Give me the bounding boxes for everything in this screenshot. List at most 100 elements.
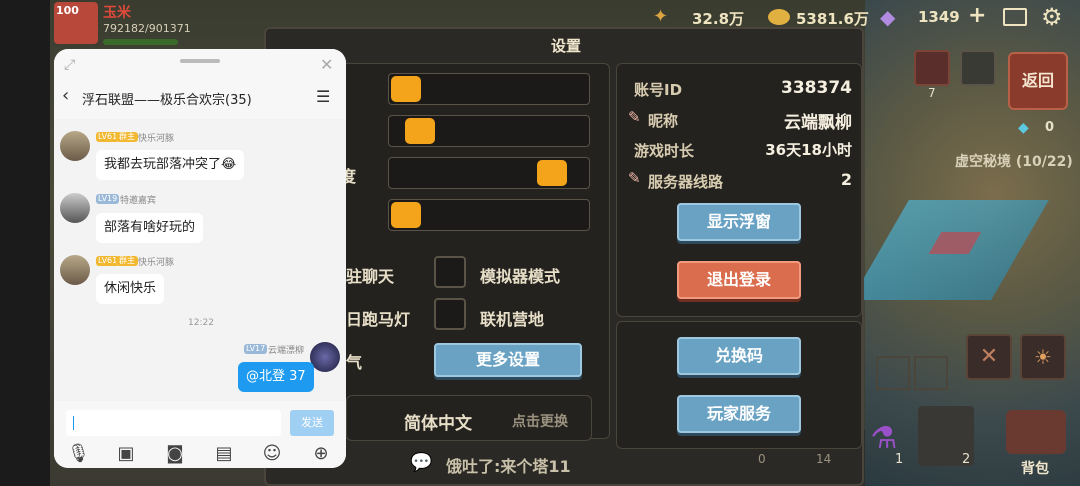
- toggle-label-chat: 驻聊天: [346, 267, 395, 286]
- toggle-label-simulator: 模拟器模式: [480, 267, 561, 286]
- slot-count-0: 0: [758, 452, 766, 466]
- wheat-value: 32.8万: [692, 10, 745, 28]
- avatar[interactable]: [60, 193, 90, 223]
- logout-button[interactable]: 退出登录: [677, 261, 801, 299]
- exp-text: 792182/901371: [103, 22, 191, 35]
- nickname-value: 云端飘柳: [784, 113, 852, 133]
- level-tag: LV17: [244, 344, 268, 354]
- nickname-label: 昵称: [648, 112, 679, 130]
- sender-name: 云端漂柳: [268, 346, 305, 356]
- self-avatar[interactable]: [310, 342, 340, 372]
- wheat-icon: ✦: [653, 6, 669, 27]
- backpack-icon[interactable]: [1006, 410, 1066, 454]
- crystal-icon: ◆: [1018, 120, 1029, 136]
- scroll-count: 2: [962, 452, 971, 467]
- gold-value: 5381.6万: [796, 10, 869, 28]
- chat-bubble-icon[interactable]: 💬: [410, 452, 432, 473]
- file-icon[interactable]: ▤: [213, 443, 235, 465]
- sender-name: 特邀嘉宾: [120, 196, 157, 206]
- back-arrow-icon[interactable]: ‹: [62, 85, 69, 106]
- language-hint[interactable]: 点击更换: [512, 411, 568, 431]
- sender-name: 快乐河豚: [138, 258, 175, 268]
- brightness-slider[interactable]: [388, 157, 590, 189]
- toggle-label-marquee: 日跑马灯: [346, 310, 411, 329]
- expand-icon[interactable]: ⤢: [64, 57, 75, 73]
- slider-knob[interactable]: [391, 202, 421, 228]
- show-float-window-button[interactable]: 显示浮窗: [677, 203, 801, 241]
- emoji-icon[interactable]: ☺: [261, 443, 283, 465]
- playtime-value: 36天18小时: [765, 141, 852, 159]
- chat-input[interactable]: [66, 410, 281, 436]
- counter-7: 7: [928, 86, 936, 100]
- area-label: 虚空秘境 (10/22): [955, 154, 1073, 170]
- exp-bar: [103, 39, 178, 45]
- checkbox-simulator[interactable]: [434, 256, 466, 288]
- send-button[interactable]: 发送: [290, 410, 334, 436]
- role-tag: 群主: [116, 132, 138, 142]
- gear-icon[interactable]: ⚙: [1041, 4, 1067, 30]
- checkbox-camp[interactable]: [434, 298, 466, 330]
- tower-slot-icon[interactable]: [914, 50, 950, 86]
- empty-slot[interactable]: [914, 356, 948, 390]
- avatar[interactable]: [60, 255, 90, 285]
- volume-slider-1[interactable]: [388, 73, 590, 105]
- plus-icon[interactable]: +: [968, 4, 988, 28]
- avatar[interactable]: [60, 131, 90, 161]
- self-message-bubble: @北登 37: [238, 362, 314, 392]
- redeem-code-button[interactable]: 兑换码: [677, 337, 801, 375]
- plus-circle-icon[interactable]: ⊕: [310, 443, 332, 465]
- image-icon[interactable]: ▣: [115, 443, 137, 465]
- toggle-label-camp: 联机营地: [480, 310, 545, 329]
- player-service-button[interactable]: 玩家服务: [677, 395, 801, 433]
- crystal-count: 0: [1045, 120, 1055, 135]
- close-icon[interactable]: ✕: [320, 55, 333, 74]
- role-tag: 群主: [116, 256, 138, 266]
- clover-slot-icon[interactable]: [960, 50, 996, 86]
- slot-count-14: 14: [816, 452, 832, 466]
- mail-icon[interactable]: [1003, 8, 1027, 26]
- message-bubble: 部落有啥好玩的: [96, 213, 204, 243]
- photo-icon[interactable]: ◙: [164, 443, 186, 465]
- message-bubble: 休闲快乐: [96, 274, 165, 304]
- message-bubble: 我都去玩部落冲突了😂: [96, 150, 245, 180]
- bottom-chat-text[interactable]: 饿吐了:来个塔11: [446, 453, 571, 477]
- third-row-label: 气: [346, 353, 363, 372]
- slider-knob[interactable]: [537, 160, 567, 186]
- volume-slider-4[interactable]: [388, 199, 590, 231]
- more-settings-button[interactable]: 更多设置: [434, 343, 582, 377]
- playtime-label: 游戏时长: [634, 142, 695, 160]
- level-badge: 100: [56, 4, 79, 17]
- slider-knob[interactable]: [391, 76, 421, 102]
- server-label: 服务器线路: [648, 173, 724, 191]
- menu-icon[interactable]: ☰: [316, 87, 330, 106]
- screen-left-edge: [0, 0, 50, 486]
- back-button[interactable]: 返回: [1008, 52, 1068, 110]
- lightbulb-icon[interactable]: ☀: [1020, 334, 1066, 380]
- chat-title: 浮石联盟——极乐合欢宗(35): [82, 93, 252, 108]
- potion-count: 1: [895, 452, 904, 467]
- bag-label: 背包: [1021, 461, 1049, 477]
- drag-handle[interactable]: [180, 59, 220, 63]
- level-tag: LV19: [96, 194, 120, 204]
- pencil-icon[interactable]: ✎: [628, 108, 641, 126]
- volume-slider-2[interactable]: [388, 115, 590, 147]
- slider-knob[interactable]: [405, 118, 435, 144]
- mic-icon[interactable]: 🎙: [67, 443, 90, 465]
- gold-coin-icon: [768, 9, 790, 25]
- server-value: 2: [840, 170, 852, 189]
- gem-value: 1349: [918, 8, 960, 26]
- account-id-label: 账号ID: [634, 81, 683, 99]
- time-divider: 12:22: [188, 318, 214, 328]
- gem-icon: ◆: [880, 5, 896, 29]
- empty-slot[interactable]: [876, 356, 910, 390]
- player-name: 玉米: [103, 5, 131, 21]
- text-cursor: [73, 416, 74, 430]
- crossed-swords-icon[interactable]: ✕: [966, 334, 1012, 380]
- sender-name: 快乐河豚: [138, 134, 175, 144]
- settings-panel: 设置 度 驻聊天 模拟器模式 日跑马灯 联机营地 气 更多设置 简体中文 点击更…: [264, 27, 864, 486]
- settings-title: 设置: [550, 37, 581, 55]
- account-id-value: 338374: [781, 78, 852, 98]
- pencil-icon[interactable]: ✎: [628, 169, 641, 187]
- chat-window: ⤢ ✕ ‹ 浮石联盟——极乐合欢宗(35) ☰ LV61 群主 快乐河豚 我都去…: [54, 49, 346, 468]
- language-value: 简体中文: [404, 414, 472, 434]
